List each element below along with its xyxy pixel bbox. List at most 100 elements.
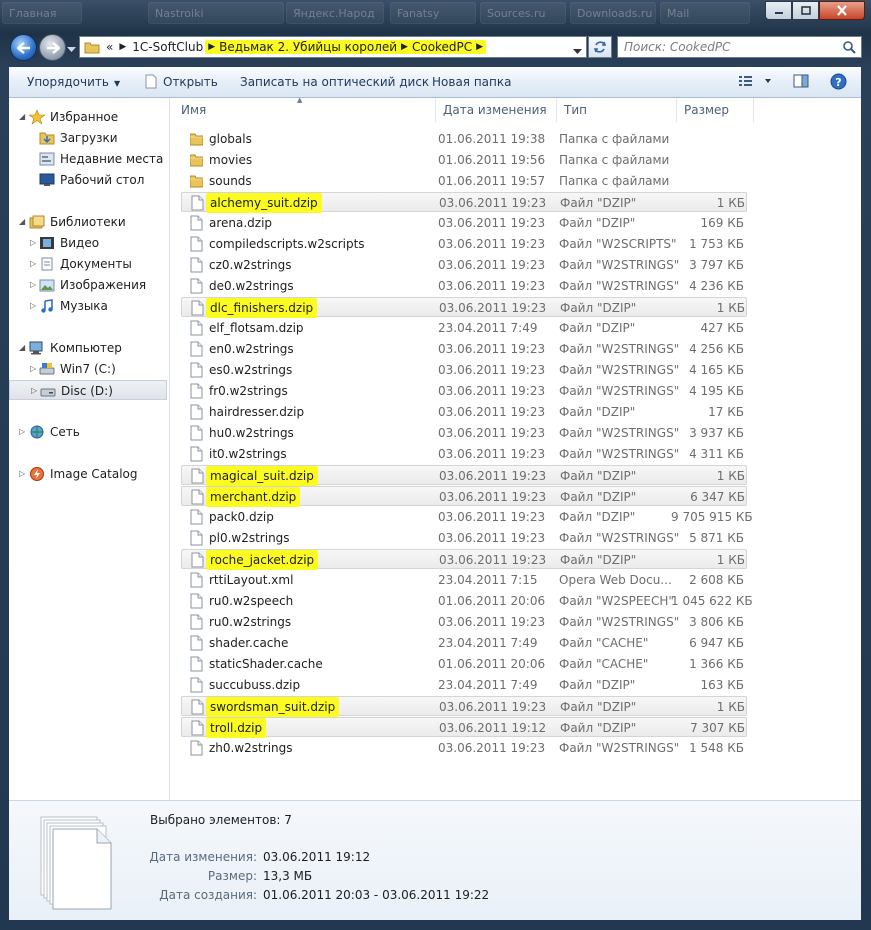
explorer-content: Упорядочить ▼ Открыть Записать на оптичес… <box>9 67 861 920</box>
file-row[interactable]: pack0.dzip 03.06.2011 19:23 Файл "DZIP" 9 7… <box>181 507 753 527</box>
expand-icon[interactable]: ▷ <box>30 254 36 274</box>
breadcrumb-witcher2[interactable]: Ведьмак 2. Убийцы королей <box>219 40 397 54</box>
file-row[interactable]: arena.dzip 03.06.2011 19:23 Файл "DZIP" 169… <box>181 213 747 233</box>
breadcrumb-highlighted: ▶ Ведьмак 2. Убийцы королей ▶ CookedPC ▶ <box>205 40 487 54</box>
file-row[interactable]: rttiLayout.xml 23.04.2011 7:15 Opera Web D… <box>181 570 747 590</box>
organize-button[interactable]: Упорядочить ▼ <box>27 67 120 97</box>
nav-favorites[interactable]: ◢ Избранное <box>9 107 167 127</box>
breadcrumb-separator[interactable]: ▶ <box>401 42 408 52</box>
file-name: dlc_finishers.dzip <box>206 298 318 318</box>
nav-drive-d[interactable]: ▷ Disc (D:) <box>9 380 167 400</box>
file-date: 23.04.2011 7:49 <box>438 678 538 692</box>
file-row[interactable]: troll.dzip 03.06.2011 19:12 Файл "DZIP" 7 3… <box>181 717 747 738</box>
address-history-dropdown[interactable] <box>573 44 582 58</box>
file-name: pack0.dzip <box>209 510 274 524</box>
expand-icon[interactable]: ▷ <box>30 275 36 295</box>
refresh-button[interactable] <box>588 36 612 58</box>
file-name: cz0.w2strings <box>209 258 292 272</box>
file-row[interactable]: dlc_finishers.dzip 03.06.2011 19:23 Файл "… <box>181 297 747 318</box>
column-size[interactable]: Размер <box>677 98 754 122</box>
nav-music[interactable]: ▷ Музыка <box>9 296 167 316</box>
expand-icon[interactable]: ◢ <box>19 338 25 358</box>
file-row[interactable]: succubuss.dzip 23.04.2011 7:49 Файл "DZIP"… <box>181 675 747 695</box>
search-icon[interactable] <box>842 40 856 54</box>
forward-button[interactable] <box>39 34 66 61</box>
file-size: 1 КБ <box>716 301 745 315</box>
close-button[interactable] <box>819 1 865 20</box>
column-date[interactable]: Дата изменения <box>435 98 557 122</box>
file-date: 01.06.2011 19:56 <box>438 153 546 167</box>
burn-disc-button[interactable]: Записать на оптический диск <box>240 67 429 97</box>
nav-video[interactable]: ▷ Видео <box>9 233 167 253</box>
nav-downloads[interactable]: Загрузки <box>9 128 167 148</box>
file-row[interactable]: movies 01.06.2011 19:56 Папка с файлами <box>181 150 747 170</box>
file-row[interactable]: hairdresser.dzip 03.06.2011 19:23 Файл "DZ… <box>181 402 747 422</box>
back-button[interactable] <box>10 34 37 61</box>
nav-libraries[interactable]: ◢ Библиотеки <box>9 212 167 232</box>
file-row[interactable]: sounds 01.06.2011 19:57 Папка с файлами <box>181 171 747 191</box>
minimize-button[interactable] <box>765 1 792 20</box>
address-bar[interactable]: « ▶ 1C-SoftClub ▶ Ведьмак 2. Убийцы коро… <box>79 36 587 58</box>
nav-desktop[interactable]: Рабочий стол <box>9 170 167 190</box>
expand-icon[interactable]: ▷ <box>19 464 25 484</box>
preview-pane-button[interactable] <box>793 73 809 92</box>
expand-icon[interactable]: ▷ <box>30 296 36 316</box>
address-overflow[interactable]: « <box>104 40 115 54</box>
breadcrumb-separator[interactable]: ▶ <box>476 42 483 52</box>
nav-pictures[interactable]: ▷ Изображения <box>9 275 167 295</box>
help-button[interactable]: ? <box>830 73 847 93</box>
file-row[interactable]: pl0.w2strings 03.06.2011 19:23 Файл "W2STR… <box>181 528 747 548</box>
file-row[interactable]: fr0.w2strings 03.06.2011 19:23 Файл "W2STR… <box>181 381 747 401</box>
expand-icon[interactable]: ◢ <box>19 107 25 127</box>
file-date: 03.06.2011 19:23 <box>438 531 546 545</box>
nav-documents[interactable]: ▷ Документы <box>9 254 167 274</box>
expand-icon[interactable]: ▷ <box>19 422 25 442</box>
file-row[interactable]: globals 01.06.2011 19:38 Папка с файлами <box>181 129 747 149</box>
file-row[interactable]: merchant.dzip 03.06.2011 19:23 Файл "DZIP"… <box>181 486 747 507</box>
file-row[interactable]: roche_jacket.dzip 03.06.2011 19:23 Файл "D… <box>181 549 747 570</box>
file-name: globals <box>209 132 252 146</box>
file-row[interactable]: cz0.w2strings 03.06.2011 19:23 Файл "W2STR… <box>181 255 747 275</box>
file-row[interactable]: hu0.w2strings 03.06.2011 19:23 Файл "W2STR… <box>181 423 747 443</box>
file-row[interactable]: ru0.w2strings 03.06.2011 19:23 Файл "W2STR… <box>181 612 747 632</box>
file-row[interactable]: es0.w2strings 03.06.2011 19:23 Файл "W2STR… <box>181 360 747 380</box>
breadcrumb-cookedpc[interactable]: CookedPC <box>412 40 472 54</box>
breadcrumb-separator[interactable]: ▶ <box>119 42 126 52</box>
recent-pages-dropdown[interactable] <box>67 42 76 56</box>
file-row[interactable]: elf_flotsam.dzip 23.04.2011 7:49 Файл "DZI… <box>181 318 747 338</box>
open-button[interactable]: Открыть <box>145 67 218 97</box>
search-input[interactable]: Поиск: CookedPC <box>617 36 862 58</box>
file-row[interactable]: zh0.w2strings 03.06.2011 19:23 Файл "W2STR… <box>181 738 747 758</box>
expand-icon[interactable]: ▷ <box>30 233 36 253</box>
nav-drive-c[interactable]: ▷ Win7 (C:) <box>9 359 167 379</box>
file-row[interactable]: it0.w2strings 03.06.2011 19:23 Файл "W2STR… <box>181 444 747 464</box>
file-row[interactable]: shader.cache 23.04.2011 7:49 Файл "CACHE" 6… <box>181 633 747 653</box>
column-name[interactable]: Имя <box>170 98 435 122</box>
expand-icon[interactable]: ▷ <box>30 359 36 379</box>
file-row[interactable]: swordsman_suit.dzip 03.06.2011 19:23 Файл … <box>181 696 747 717</box>
file-row[interactable]: de0.w2strings 03.06.2011 19:23 Файл "W2STR… <box>181 276 747 296</box>
change-view-button[interactable] <box>738 73 776 92</box>
file-row[interactable]: staticShader.cache 01.06.2011 20:06 Файл "… <box>181 654 747 674</box>
file-row[interactable]: magical_suit.dzip 03.06.2011 19:23 Файл "D… <box>181 465 747 486</box>
column-type[interactable]: Тип <box>557 98 677 122</box>
expand-icon[interactable]: ▷ <box>31 381 37 401</box>
nav-recent-places[interactable]: Недавние места <box>9 149 167 169</box>
nav-network[interactable]: ▷ Сеть <box>9 422 167 442</box>
nav-image-catalog[interactable]: ▷ Image Catalog <box>9 464 167 484</box>
file-type: Файл "DZIP" <box>559 216 636 230</box>
file-row[interactable]: alchemy_suit.dzip 03.06.2011 19:23 Файл "D… <box>181 192 747 213</box>
file-date: 03.06.2011 19:12 <box>439 721 547 735</box>
file-row[interactable]: ru0.w2speech 01.06.2011 20:06 Файл "W2SPEE… <box>181 591 753 611</box>
breadcrumb-separator[interactable]: ▶ <box>208 42 215 52</box>
file-type: Файл "W2STRINGS" <box>559 615 680 629</box>
file-row[interactable]: compiledscripts.w2scripts 03.06.2011 19:2… <box>181 234 747 254</box>
file-name: es0.w2strings <box>209 363 293 377</box>
new-folder-button[interactable]: Новая папка <box>432 67 511 97</box>
breadcrumb-1c-softclub[interactable]: 1C-SoftClub <box>130 40 205 54</box>
expand-icon[interactable]: ◢ <box>19 212 25 232</box>
maximize-button[interactable] <box>792 1 819 20</box>
file-date: 01.06.2011 20:06 <box>438 594 546 608</box>
file-row[interactable]: en0.w2strings 03.06.2011 19:23 Файл "W2STR… <box>181 339 747 359</box>
nav-computer[interactable]: ◢ Компьютер <box>9 338 167 358</box>
